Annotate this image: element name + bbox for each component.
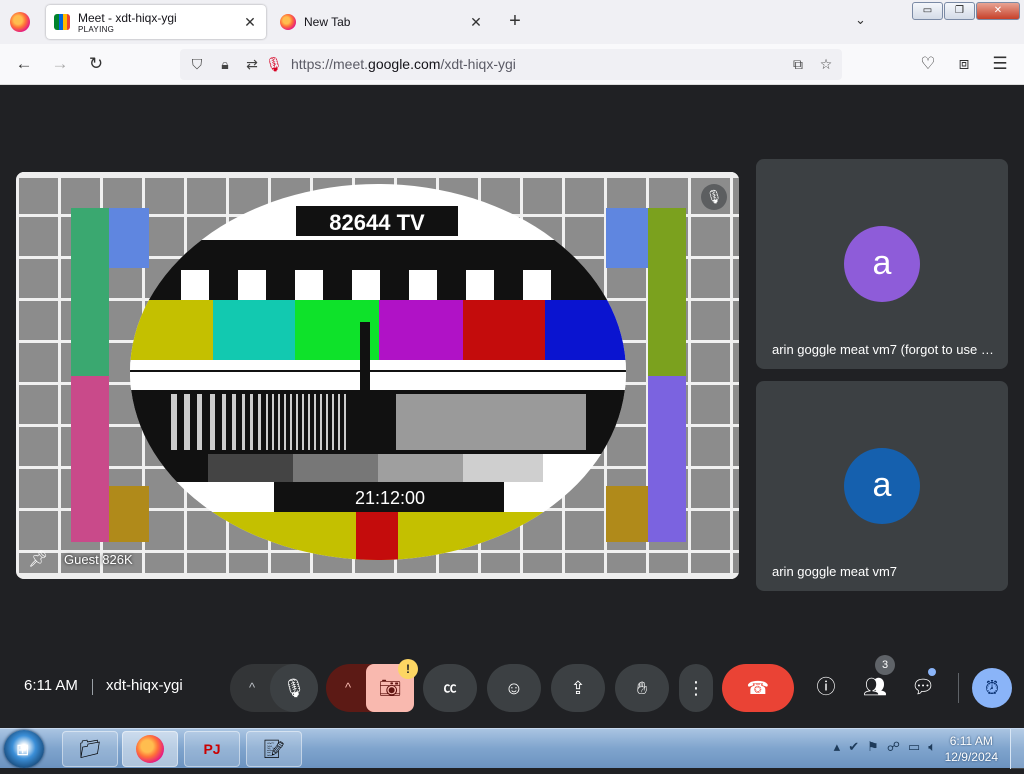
tv-label: 82644 TV <box>329 210 425 235</box>
pin-icon[interactable]: 📌︎ <box>28 549 48 569</box>
clock-time: 6:11 AM <box>949 734 993 748</box>
alarm-clock-icon[interactable]: ⏰︎ <box>972 668 1012 708</box>
participant-name: arin goggle meat vm7 <box>772 564 898 579</box>
microphone-button[interactable]: 🎙︎ <box>270 664 318 712</box>
chat-notification-dot <box>928 668 936 676</box>
captions-button[interactable]: ㏄ <box>423 664 477 712</box>
forward-icon[interactable]: → <box>49 54 71 74</box>
pocket-icon[interactable]: ♡ <box>917 54 939 74</box>
extensions-icon[interactable]: ⧈ <box>953 54 975 74</box>
url-host: google.com <box>368 56 441 72</box>
windows-logo-icon: ⊞ <box>16 742 30 759</box>
participant-tile[interactable]: a arin goggle meat vm7 (forgot to use a … <box>756 159 1008 369</box>
url-path: /xdt-hiqx-ygi <box>440 56 516 72</box>
firefox-taskbar-icon[interactable] <box>122 731 178 767</box>
tab-meet[interactable]: Meet - xdt-hiqx-ygi PLAYING ✕ <box>46 5 266 39</box>
tab-title: Meet - xdt-hiqx-ygi <box>78 10 177 25</box>
reload-icon[interactable]: ↻ <box>85 54 107 74</box>
navigation-bar: ← → ↻ ⛉ 🔒︎ ⇄ 🎙︎ https://meet.google.com/… <box>0 44 1024 85</box>
participant-tile[interactable]: a arin goggle meat vm7 <box>756 381 1008 591</box>
meeting-code: xdt-hiqx-ygi <box>106 677 183 694</box>
mic-muted-icon: 🎙︎ <box>701 184 727 210</box>
people-count-badge: 3 <box>875 655 895 675</box>
close-tab-icon[interactable]: ✕ <box>468 14 484 31</box>
bookmark-star-icon[interactable]: ☆ <box>817 55 835 73</box>
close-tab-icon[interactable]: ✕ <box>242 14 258 31</box>
start-button[interactable]: ⊞ <box>4 730 44 768</box>
back-icon[interactable]: ← <box>13 54 35 74</box>
window-controls: ▭ ❐ ✕ <box>912 2 1020 20</box>
clock-date: 12/9/2024 <box>944 750 998 764</box>
system-tray[interactable]: ▴✔⚑☍▭🔈︎ <box>834 739 944 755</box>
url-text[interactable]: https://meet.google.com/xdt-hiqx-ygi <box>291 56 516 72</box>
file-explorer-icon[interactable]: 📁︎ <box>62 731 118 767</box>
meeting-time: 6:11 AM <box>24 677 78 694</box>
warning-badge: ! <box>398 659 418 679</box>
windows-taskbar: ⊞ 📁︎ PJ 📝︎ ▴✔⚑☍▭🔈︎ 6:11 AM 12/9/2024 <box>0 728 1024 769</box>
participant-name: Guest 826K <box>64 552 133 567</box>
test-card-video: 82644 TV 21:12:00 <box>16 172 739 579</box>
permissions-icon[interactable]: ⇄ <box>243 55 261 73</box>
avatar: a <box>844 226 920 302</box>
people-icon[interactable]: 👥︎ <box>862 676 888 700</box>
new-tab-button[interactable]: + <box>504 10 526 33</box>
emoji-reactions-button[interactable]: ☺ <box>487 664 541 712</box>
system-clock[interactable]: 6:11 AM 12/9/2024 <box>945 733 998 765</box>
more-options-button[interactable]: ⋮ <box>679 664 713 712</box>
firefox-icon[interactable] <box>10 12 30 32</box>
tab-list-icon[interactable]: ⌄ <box>855 12 866 28</box>
participant-name: arin goggle meat vm7 (forgot to use a gu… <box>772 342 994 357</box>
close-window-button[interactable]: ✕ <box>976 2 1020 20</box>
avatar: a <box>844 448 920 524</box>
audio-settings-chevron-icon[interactable]: ^ <box>232 664 272 712</box>
present-screen-button[interactable]: ⇪ <box>551 664 605 712</box>
firefox-favicon-icon <box>280 14 296 30</box>
tab-playing-label: PLAYING <box>78 24 115 34</box>
project64-icon[interactable]: PJ <box>184 731 240 767</box>
chat-icon[interactable]: 💬︎ <box>910 676 936 700</box>
divider <box>958 673 959 703</box>
tab-bar: Meet - xdt-hiqx-ygi PLAYING ✕ New Tab ✕ … <box>0 0 1024 44</box>
divider <box>92 679 93 695</box>
leave-call-button[interactable]: ☎︎ <box>722 664 794 712</box>
meeting-info-icon[interactable]: ⓘ <box>813 676 839 700</box>
raise-hand-button[interactable]: ✋︎ <box>615 664 669 712</box>
lock-icon[interactable]: 🔒︎ <box>216 55 234 73</box>
tv-clock: 21:12:00 <box>355 488 425 508</box>
video-settings-chevron-icon[interactable]: ^ <box>328 664 368 712</box>
main-video-tile[interactable]: 82644 TV 21:12:00 🎙︎ 📌︎ Guest 826K <box>16 172 739 579</box>
tab-title: New Tab <box>304 15 351 29</box>
screen-share-icon[interactable]: ⧉ <box>789 55 807 73</box>
menu-icon[interactable]: ☰ <box>989 54 1011 74</box>
meet-stage: 82644 TV 21:12:00 🎙︎ 📌︎ Guest 826K a ari… <box>0 85 1024 744</box>
tab-new-tab[interactable]: New Tab ✕ <box>272 5 492 39</box>
minimize-button[interactable]: ▭ <box>912 2 943 20</box>
meet-favicon-icon <box>54 14 70 30</box>
url-bar[interactable]: ⛉ 🔒︎ ⇄ 🎙︎ https://meet.google.com/xdt-hi… <box>180 49 842 80</box>
show-desktop-button[interactable] <box>1010 729 1024 769</box>
url-scheme: https://meet. <box>291 56 369 72</box>
microphone-in-use-icon[interactable]: 🎙︎ <box>265 55 283 73</box>
shield-icon[interactable]: ⛉ <box>188 55 206 73</box>
restore-button[interactable]: ❐ <box>944 2 975 20</box>
notepad-icon[interactable]: 📝︎ <box>246 731 302 767</box>
